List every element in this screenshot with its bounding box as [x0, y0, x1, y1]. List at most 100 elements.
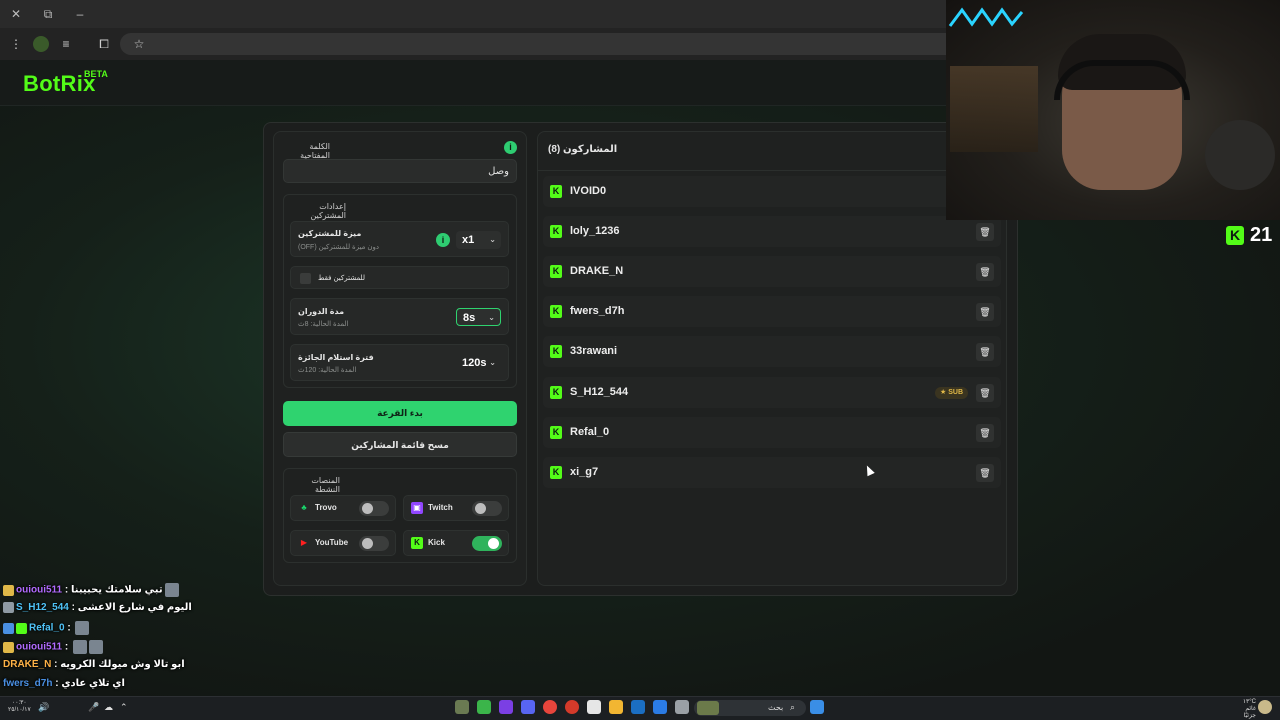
- tab-search-icon[interactable]: ≡: [58, 36, 74, 52]
- claim-time-value: 120s: [462, 357, 487, 369]
- info-icon[interactable]: i: [436, 233, 450, 247]
- profile-icon[interactable]: [33, 36, 49, 52]
- chat-user: ouioui511: [16, 641, 63, 653]
- kick-icon: K: [550, 466, 562, 479]
- menu-icon[interactable]: ⋮: [8, 36, 24, 52]
- spin-duration-sub: المدة الحالية: 8ث: [298, 321, 349, 328]
- chat-user: fwers_d7h: [3, 678, 53, 689]
- platform-kick: K Kick: [403, 530, 509, 556]
- participant-row: K 33rawani 🗑: [543, 336, 1001, 367]
- taskbar-app-icon[interactable]: [653, 700, 667, 714]
- microphone: [1205, 120, 1275, 190]
- chat-message: DRAKE_N : ابو تالا وش ميولك الكرويه: [3, 659, 185, 675]
- trash-icon[interactable]: 🗑: [976, 424, 994, 442]
- participant-name: Refal_0: [570, 426, 610, 438]
- weather-desc: غائم جزئيًا: [1243, 706, 1256, 719]
- trash-icon[interactable]: 🗑: [976, 343, 994, 361]
- chevron-down-icon: ⌄: [489, 235, 496, 244]
- spin-duration-select[interactable]: 8s ⌄: [456, 308, 501, 326]
- badge-icon: [3, 622, 14, 634]
- kick-badge-icon: [16, 622, 27, 634]
- emote-icon: [164, 583, 179, 597]
- advantage-select[interactable]: x1 ⌄: [456, 231, 501, 249]
- microphone-icon[interactable]: 🎤: [88, 702, 99, 713]
- weather-widget[interactable]: ١٣°C غائم جزئيًا: [1232, 699, 1256, 720]
- discord-icon[interactable]: [521, 700, 535, 714]
- active-platforms-title: المنصات النشطة: [311, 476, 340, 494]
- participant-name: xi_g7: [570, 466, 599, 478]
- onedrive-icon[interactable]: ☁: [104, 702, 113, 713]
- trash-icon[interactable]: 🗑: [976, 263, 994, 281]
- keyword-input[interactable]: [283, 159, 517, 183]
- claim-time-select[interactable]: 120s ⌄: [456, 354, 501, 372]
- minimize-window-icon[interactable]: –: [72, 6, 88, 22]
- taskbar-app-icon[interactable]: [675, 700, 689, 714]
- subscribers-only-checkbox[interactable]: [300, 273, 311, 284]
- kick-icon: K: [550, 305, 562, 318]
- spin-duration-title: مدة الدوران: [298, 307, 345, 316]
- participant-row: Kfwers_d7h 🗑: [543, 296, 1001, 327]
- claim-time-title: فترة استلام الجائزة: [298, 353, 374, 362]
- twitch-toggle[interactable]: [472, 501, 502, 516]
- kick-icon: K: [550, 225, 562, 238]
- platform-name: Twitch: [428, 503, 453, 512]
- toggle-knob: [475, 503, 486, 514]
- subscriber-advantage-sub: (OFF) دون ميزة للمشتركين: [298, 244, 380, 251]
- emote-icon: [89, 640, 104, 654]
- trovo-toggle[interactable]: [359, 501, 389, 516]
- chevron-down-icon: ⌄: [488, 313, 495, 322]
- participant-name: 33rawani: [570, 345, 618, 357]
- start-giveaway-button[interactable]: بدء القرعة: [283, 401, 517, 426]
- subscribers-only-row[interactable]: للمشتركين فقط: [290, 266, 509, 289]
- extensions-icon[interactable]: ⧠: [96, 36, 112, 52]
- kick-icon: K: [550, 265, 562, 278]
- trovo-icon: ♣: [301, 503, 307, 512]
- kick-icon: K: [550, 426, 562, 439]
- clock-date: ٢٥/١٠/١٧: [8, 707, 31, 713]
- clear-participants-button[interactable]: مسح قائمة المشاركين: [283, 432, 517, 457]
- clock[interactable]: ٠٠:٣٠ ٢٥/١٠/١٧: [8, 700, 31, 714]
- kick-toggle[interactable]: [472, 536, 502, 551]
- platform-name: Kick: [428, 538, 445, 547]
- file-explorer-icon[interactable]: [609, 700, 623, 714]
- chat-message: Refal_0 :: [3, 621, 90, 637]
- emote-icon: [73, 640, 88, 654]
- chat-text: :: [64, 622, 74, 634]
- beta-badge: BETA: [84, 69, 108, 79]
- bookmark-star-icon[interactable]: ☆: [131, 36, 147, 52]
- emote-icon: [75, 621, 90, 635]
- obs-icon[interactable]: [565, 700, 579, 714]
- close-window-icon[interactable]: ✕: [8, 6, 24, 22]
- store-icon[interactable]: [587, 700, 601, 714]
- spin-duration-row: مدة الدوران المدة الحالية: 8ث 8s ⌄: [290, 298, 509, 335]
- toggle-knob: [488, 538, 499, 549]
- taskbar-app-icon[interactable]: [455, 700, 469, 714]
- windows-start-icon[interactable]: [810, 700, 824, 714]
- platform-youtube: ▶ YouTube: [290, 530, 396, 556]
- platform-name: YouTube: [315, 538, 349, 547]
- steam-icon[interactable]: [631, 700, 645, 714]
- trash-icon[interactable]: 🗑: [976, 223, 994, 241]
- youtube-toggle[interactable]: [359, 536, 389, 551]
- webcam-background-window: [950, 66, 1038, 152]
- chrome-icon[interactable]: [543, 700, 557, 714]
- trash-icon[interactable]: 🗑: [976, 384, 994, 402]
- trash-icon[interactable]: 🗑: [976, 303, 994, 321]
- sub-badge-label: SUB: [948, 389, 963, 396]
- restore-window-icon[interactable]: ⧉: [40, 6, 56, 22]
- subscriber-advantage-title: ميزة للمشتركين: [298, 229, 362, 238]
- chat-message: S_H12_544 : اليوم في شارع الاعشى: [3, 602, 192, 618]
- xbox-icon[interactable]: [477, 700, 491, 714]
- volume-icon[interactable]: 🔊: [38, 702, 49, 713]
- sub-badge-icon: [3, 584, 14, 596]
- participants-title: المشاركون (8): [548, 144, 618, 155]
- weather-temp: ١٣°C: [1242, 699, 1256, 705]
- info-icon[interactable]: i: [504, 141, 517, 154]
- kick-icon: K: [550, 345, 562, 358]
- subscriber-advantage-row: ميزة للمشتركين (OFF) دون ميزة للمشتركين …: [290, 221, 509, 257]
- participant-row: Kxi_g7 🗑: [543, 457, 1001, 488]
- taskbar-app-icon[interactable]: [499, 700, 513, 714]
- trash-icon[interactable]: 🗑: [976, 464, 994, 482]
- chevron-up-icon[interactable]: ⌃: [120, 702, 128, 713]
- chevron-down-icon: ⌄: [489, 358, 496, 367]
